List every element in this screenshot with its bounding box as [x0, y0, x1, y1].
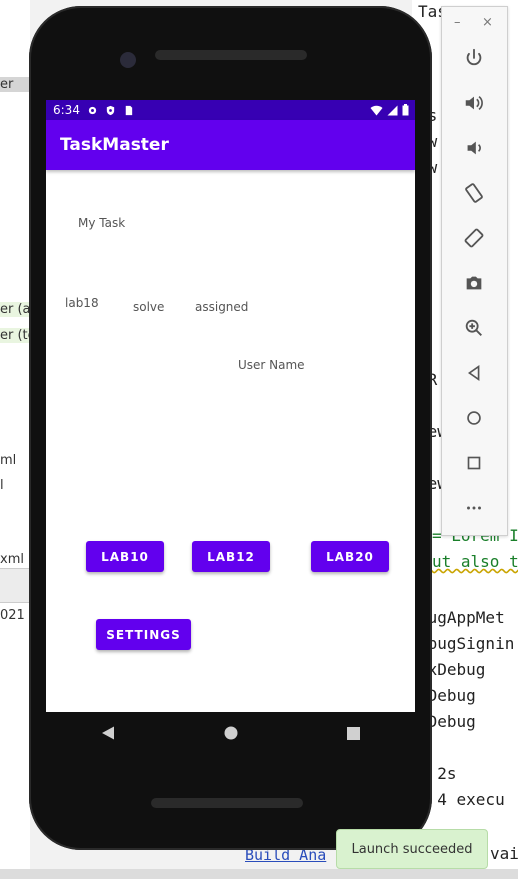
- settings-button[interactable]: SETTINGS: [96, 619, 191, 650]
- launch-toast: Launch succeeded: [336, 829, 488, 869]
- project-tree-item[interactable]: er: [0, 77, 30, 92]
- back-icon[interactable]: [459, 358, 489, 388]
- project-tree-item[interactable]: er (te: [0, 328, 36, 343]
- more-icon[interactable]: [459, 493, 489, 523]
- sd-card-icon: [125, 105, 133, 115]
- app-title: TaskMaster: [60, 135, 169, 155]
- task-solve[interactable]: solve: [133, 300, 164, 314]
- close-button[interactable]: ×: [482, 15, 493, 30]
- lab12-button[interactable]: LAB12: [192, 541, 270, 572]
- overview-icon[interactable]: [459, 448, 489, 478]
- zoom-icon[interactable]: [459, 313, 489, 343]
- settings-gear-icon: [88, 106, 97, 114]
- build-log-line: ebugSignin: [418, 634, 515, 653]
- user-name-label: User Name: [238, 358, 305, 372]
- nav-home-icon[interactable]: [211, 718, 251, 748]
- tool-window-tabs: [0, 568, 30, 603]
- minimize-button[interactable]: –: [454, 15, 461, 30]
- build-log-line: vai: [490, 844, 518, 863]
- my-task-label: My Task: [78, 216, 126, 230]
- project-tree-item[interactable]: xml: [0, 552, 24, 567]
- log-timestamp: 021: [0, 608, 25, 623]
- emulator-toolbar: – ×: [441, 6, 508, 536]
- task-lab18[interactable]: lab18: [65, 296, 99, 310]
- lab10-button[interactable]: LAB10: [86, 541, 164, 572]
- project-panel: er er (ar er (te ml l xml 021: [0, 0, 36, 879]
- android-nav-bar: [46, 712, 415, 754]
- earpiece-speaker: [155, 50, 307, 60]
- front-camera: [120, 52, 136, 68]
- app-bar: TaskMaster: [46, 120, 415, 170]
- volume-down-icon[interactable]: [459, 133, 489, 163]
- volume-up-icon[interactable]: [459, 88, 489, 118]
- cell-signal-icon: [387, 105, 398, 115]
- power-icon[interactable]: [459, 43, 489, 73]
- camera-icon[interactable]: [459, 268, 489, 298]
- project-tree-item[interactable]: ml: [0, 453, 16, 468]
- device-screen: 6:34 TaskMaster My Task lab18 solve assi…: [46, 100, 415, 712]
- battery-icon: [402, 104, 409, 116]
- nav-back-icon[interactable]: [88, 718, 128, 748]
- status-time: 6:34: [53, 103, 80, 117]
- project-tree-item[interactable]: l: [0, 478, 4, 493]
- rotate-right-icon[interactable]: [459, 223, 489, 253]
- wifi-icon: [370, 105, 383, 115]
- nav-overview-icon[interactable]: [334, 718, 374, 748]
- project-tree-item[interactable]: er (ar: [0, 302, 36, 317]
- code-line: ut also t: [432, 552, 518, 571]
- task-assigned[interactable]: assigned: [195, 300, 248, 314]
- ide-status-bar: [0, 869, 518, 879]
- android-status-bar: 6:34: [46, 100, 415, 120]
- bottom-speaker: [151, 798, 303, 808]
- lab20-button[interactable]: LAB20: [311, 541, 389, 572]
- rotate-left-icon[interactable]: [459, 178, 489, 208]
- shield-icon: [106, 105, 115, 115]
- home-icon[interactable]: [459, 403, 489, 433]
